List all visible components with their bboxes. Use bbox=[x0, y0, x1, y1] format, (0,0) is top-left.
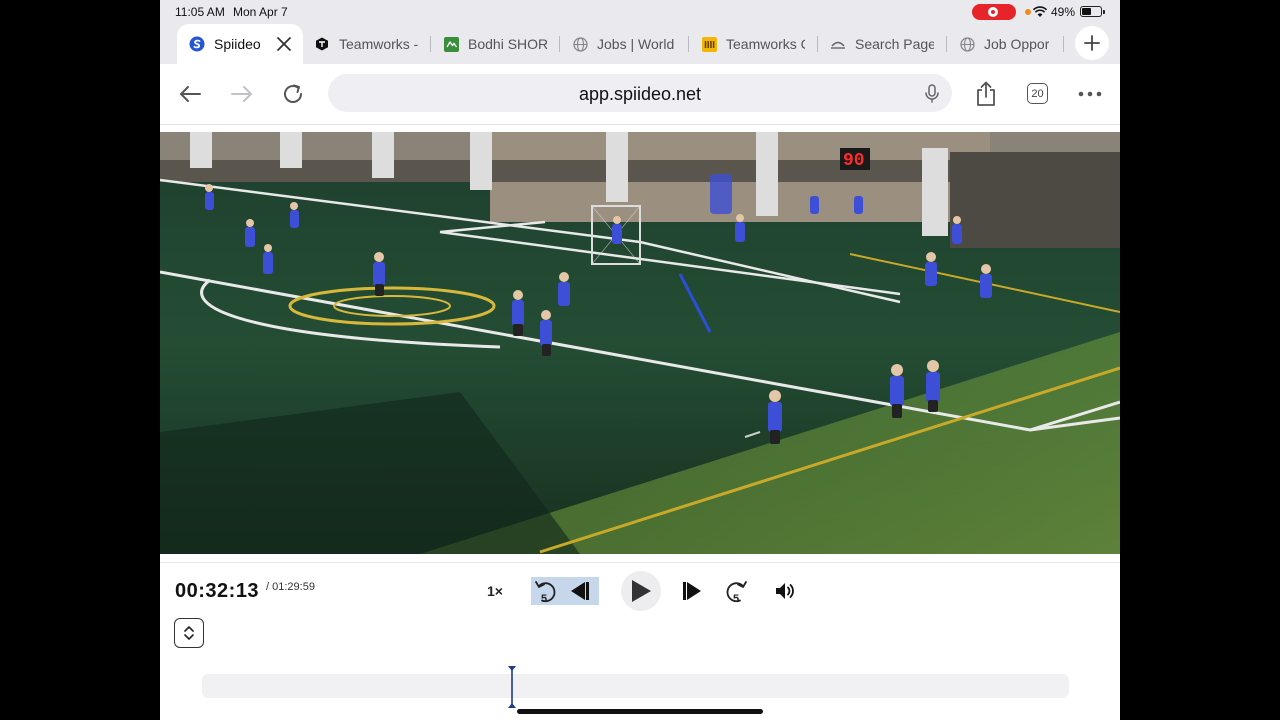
globe-icon bbox=[572, 36, 588, 52]
rewind-5-button[interactable]: 5 bbox=[531, 577, 561, 605]
video-player[interactable]: 90 bbox=[160, 132, 1120, 554]
tab-label: Search Page bbox=[855, 36, 934, 52]
forward-seconds: 5 bbox=[733, 593, 739, 604]
tab-label: Job Oppor bbox=[984, 36, 1050, 52]
step-forward-button[interactable] bbox=[677, 577, 707, 605]
volume-button[interactable] bbox=[770, 577, 800, 605]
tab-teamworks-c[interactable]: Teamworks C bbox=[701, 24, 805, 64]
forward-5-icon: 5 bbox=[726, 581, 747, 604]
more-button[interactable] bbox=[1076, 80, 1104, 108]
battery-percent: 49% bbox=[1051, 5, 1076, 19]
play-button[interactable] bbox=[621, 571, 661, 611]
player-controls: 00:32:13 / 01:29:59 1× 5 5 bbox=[160, 562, 1120, 720]
ipad-screen: 11:05 AM Mon Apr 7 49% Spiideo Teamworks… bbox=[160, 0, 1120, 720]
spiideo-logo-icon bbox=[189, 36, 205, 52]
step-back-icon bbox=[571, 582, 589, 600]
mic-in-use-dot bbox=[1025, 9, 1031, 15]
tab-teamworks[interactable]: Teamworks - bbox=[314, 24, 418, 64]
total-duration: / 01:29:59 bbox=[266, 581, 315, 593]
rewind-seconds: 5 bbox=[541, 593, 547, 604]
tab-label: Teamworks - bbox=[339, 36, 418, 52]
playhead-marker[interactable] bbox=[508, 666, 516, 708]
tab-bodhi[interactable]: Bodhi SHORT bbox=[443, 24, 547, 64]
status-date: Mon Apr 7 bbox=[233, 5, 288, 19]
status-time: 11:05 AM bbox=[175, 5, 225, 19]
current-time: 00:32:13 bbox=[175, 580, 260, 602]
reload-icon bbox=[284, 84, 302, 103]
tab-spiideo[interactable]: Spiideo bbox=[177, 24, 303, 64]
step-back-button[interactable] bbox=[561, 577, 599, 605]
tab-label: Bodhi SHORT bbox=[468, 36, 547, 52]
close-tab-icon[interactable] bbox=[275, 35, 293, 53]
tab-job-oppor[interactable]: Job Oppor bbox=[959, 24, 1051, 64]
status-bar: 11:05 AM Mon Apr 7 49% bbox=[160, 0, 1120, 24]
browser-toolbar: app.spiideo.net 20 bbox=[160, 64, 1120, 125]
new-tab-button[interactable] bbox=[1075, 26, 1109, 60]
url-text: app.spiideo.net bbox=[578, 84, 702, 104]
tab-label: Teamworks C bbox=[726, 36, 805, 52]
tab-label: Jobs | World bbox=[597, 36, 675, 52]
address-bar[interactable]: app.spiideo.net bbox=[328, 74, 952, 112]
tab-label: Spiideo bbox=[214, 36, 261, 52]
timeline-track[interactable] bbox=[202, 674, 1069, 698]
playback-speed-button[interactable]: 1× bbox=[478, 579, 512, 603]
plus-icon bbox=[1084, 35, 1100, 51]
battery-icon bbox=[1080, 6, 1105, 17]
share-icon bbox=[977, 81, 995, 106]
record-icon bbox=[988, 7, 998, 17]
play-icon bbox=[632, 580, 651, 602]
tabs-icon[interactable]: 20 bbox=[1027, 83, 1048, 104]
expand-toggle-button[interactable] bbox=[174, 618, 204, 648]
scoreboard-text: 90 bbox=[843, 151, 865, 171]
globe-icon bbox=[959, 36, 975, 52]
forward-5-button[interactable]: 5 bbox=[721, 577, 751, 605]
tab-search-page[interactable]: Search Page bbox=[830, 24, 934, 64]
step-forward-icon bbox=[683, 582, 701, 600]
back-button[interactable] bbox=[176, 80, 204, 108]
speaker-icon bbox=[776, 583, 794, 599]
tab-jobs-world[interactable]: Jobs | World bbox=[572, 24, 676, 64]
forward-button[interactable] bbox=[228, 80, 256, 108]
teamworks-logo-icon bbox=[314, 36, 330, 52]
bodhi-logo-icon bbox=[443, 36, 459, 52]
search-page-icon bbox=[830, 36, 846, 52]
back-arrow-icon bbox=[180, 86, 201, 102]
tab-strip: Spiideo Teamworks - Bodhi SHORT Jobs | W… bbox=[160, 24, 1120, 64]
rewind-5-icon: 5 bbox=[535, 581, 556, 604]
lacrosse-field-video-frame: 90 bbox=[160, 132, 1120, 554]
screen-recording-indicator[interactable] bbox=[972, 4, 1016, 20]
more-icon bbox=[1078, 91, 1102, 97]
forward-arrow-icon bbox=[231, 86, 252, 102]
chevron-up-down-icon bbox=[184, 626, 194, 640]
microphone-icon[interactable] bbox=[922, 83, 942, 103]
reload-button[interactable] bbox=[279, 80, 307, 108]
wifi-icon bbox=[1033, 6, 1047, 17]
teamworks-yellow-logo-icon bbox=[701, 36, 717, 52]
home-indicator[interactable] bbox=[517, 709, 763, 714]
share-button[interactable] bbox=[972, 80, 1000, 108]
